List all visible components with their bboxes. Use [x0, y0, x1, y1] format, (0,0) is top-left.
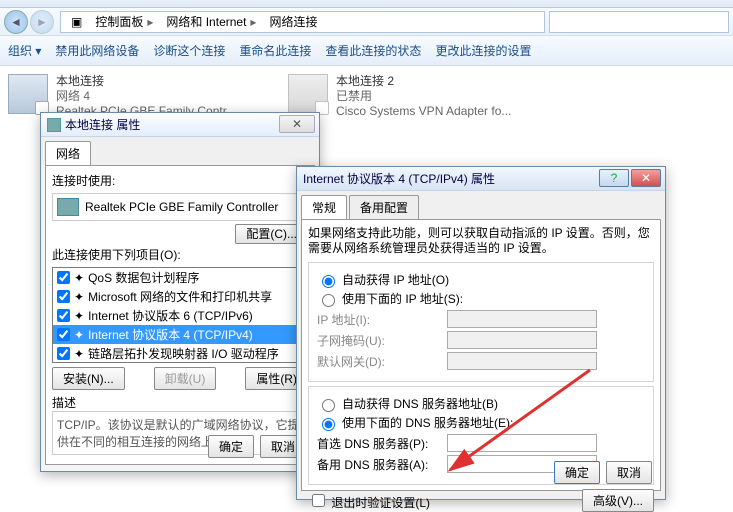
nic-icon — [57, 198, 79, 216]
mask-label: 子网掩码(U): — [317, 332, 447, 349]
list-item[interactable]: ✦Internet 协议版本 6 (TCP/IPv6) — [53, 306, 307, 325]
auto-dns-radio[interactable] — [322, 399, 335, 412]
ok-button[interactable]: 确定 — [208, 435, 254, 458]
network-adapter-icon — [288, 74, 328, 114]
validate-checkbox[interactable] — [312, 494, 325, 507]
gateway-input — [447, 352, 597, 370]
item-checkbox[interactable] — [57, 309, 70, 322]
dns2-label: 备用 DNS 服务器(A): — [317, 456, 447, 473]
advanced-button[interactable]: 高级(V)... — [582, 489, 654, 512]
status-button[interactable]: 查看此连接的状态 — [325, 42, 421, 59]
help-button[interactable]: ? — [599, 169, 629, 187]
item-checkbox[interactable] — [57, 347, 70, 360]
items-label: 此连接使用下列项目(O): — [52, 246, 308, 263]
conn-name: 本地连接 2 — [336, 74, 511, 89]
connection-item[interactable]: 本地连接 2 已禁用 Cisco Systems VPN Adapter fo.… — [288, 74, 548, 119]
dialog-title[interactable]: Internet 协议版本 4 (TCP/IPv4) 属性 ? ✕ — [297, 167, 665, 191]
toolbar: 组织 ▾ 禁用此网络设备 诊断这个连接 重命名此连接 查看此连接的状态 更改此连… — [0, 36, 733, 66]
connection-text: 本地连接 2 已禁用 Cisco Systems VPN Adapter fo.… — [336, 74, 511, 119]
rename-button[interactable]: 重命名此连接 — [239, 42, 311, 59]
ipv4-properties-dialog: Internet 协议版本 4 (TCP/IPv4) 属性 ? ✕ 常规 备用配… — [296, 166, 666, 500]
conn-status: 网络 4 — [56, 89, 236, 104]
auto-dns-label: 自动获得 DNS 服务器地址(B) — [342, 395, 498, 412]
tab-body: 连接时使用: Realtek PCIe GBE Family Controlle… — [45, 165, 315, 465]
network-adapter-icon — [8, 74, 48, 114]
item-checkbox[interactable] — [57, 290, 70, 303]
install-button[interactable]: 安装(N)... — [52, 367, 125, 390]
manual-ip-radio[interactable] — [322, 294, 335, 307]
back-button[interactable]: ◄ — [4, 10, 28, 34]
item-checkbox[interactable] — [57, 271, 70, 284]
organize-button[interactable]: 组织 ▾ — [8, 42, 41, 59]
ip-label: IP 地址(I): — [317, 311, 447, 328]
item-checkbox[interactable] — [57, 328, 70, 341]
uninstall-button[interactable]: 卸载(U) — [154, 367, 217, 390]
dialog-title[interactable]: 本地连接 属性 ✕ — [41, 113, 319, 137]
dns1-input[interactable] — [447, 434, 597, 452]
list-item-selected[interactable]: ✦Internet 协议版本 4 (TCP/IPv4) — [53, 325, 307, 344]
navbar: ◄ ► ▣ 控制面板▸ 网络和 Internet▸ 网络连接 — [0, 8, 733, 36]
crumb-1[interactable]: 网络和 Internet▸ — [160, 13, 263, 30]
breadcrumb-icon: ▣ — [65, 15, 89, 29]
conn-status: 已禁用 — [336, 89, 511, 104]
cancel-button[interactable]: 取消 — [606, 461, 652, 484]
gateway-label: 默认网关(D): — [317, 353, 447, 370]
crumb-2[interactable]: 网络连接 — [263, 13, 324, 30]
forward-button[interactable]: ► — [30, 10, 54, 34]
device-name: Realtek PCIe GBE Family Controller — [85, 200, 278, 214]
connection-properties-dialog: 本地连接 属性 ✕ 网络 连接时使用: Realtek PCIe GBE Fam… — [40, 112, 320, 472]
auto-ip-radio[interactable] — [322, 275, 335, 288]
ip-input — [447, 310, 597, 328]
tab-network[interactable]: 网络 — [45, 141, 91, 165]
disable-device-button[interactable]: 禁用此网络设备 — [55, 42, 139, 59]
auto-ip-label: 自动获得 IP 地址(O) — [342, 271, 449, 288]
nic-small-icon — [47, 118, 61, 132]
tab-alternate[interactable]: 备用配置 — [349, 195, 419, 219]
window-titlebar — [0, 0, 733, 8]
manual-dns-radio[interactable] — [322, 418, 335, 431]
tab-general[interactable]: 常规 — [301, 195, 347, 219]
change-settings-button[interactable]: 更改此连接的设置 — [435, 42, 531, 59]
tab-strip: 网络 — [41, 137, 319, 165]
conn-device: Cisco Systems VPN Adapter fo... — [336, 104, 511, 119]
connect-using-label: 连接时使用: — [52, 172, 308, 189]
component-list[interactable]: ✦QoS 数据包计划程序 ✦Microsoft 网络的文件和打印机共享 ✦Int… — [52, 267, 308, 363]
tab-strip: 常规 备用配置 — [297, 191, 665, 219]
conn-name: 本地连接 — [56, 74, 236, 89]
list-item[interactable]: ✦链路层拓扑发现映射器 I/O 驱动程序 — [53, 344, 307, 363]
crumb-0[interactable]: 控制面板▸ — [89, 13, 160, 30]
dns1-label: 首选 DNS 服务器(P): — [317, 435, 447, 452]
manual-ip-label: 使用下面的 IP 地址(S): — [342, 290, 463, 307]
ip-group: 自动获得 IP 地址(O) 使用下面的 IP 地址(S): IP 地址(I): … — [308, 262, 654, 382]
validate-row[interactable]: 退出时验证设置(L) — [308, 491, 430, 511]
ok-button[interactable]: 确定 — [554, 461, 600, 484]
mask-input — [447, 331, 597, 349]
intro-text: 如果网络支持此功能，则可以获取自动指派的 IP 设置。否则，您需要从网络系统管理… — [308, 226, 654, 256]
close-button[interactable]: ✕ — [631, 169, 661, 187]
list-item[interactable]: ✦Microsoft 网络的文件和打印机共享 — [53, 287, 307, 306]
device-row: Realtek PCIe GBE Family Controller — [52, 193, 308, 221]
tab-body: 如果网络支持此功能，则可以获取自动指派的 IP 设置。否则，您需要从网络系统管理… — [301, 219, 661, 491]
list-item[interactable]: ✦QoS 数据包计划程序 — [53, 268, 307, 287]
breadcrumb[interactable]: ▣ 控制面板▸ 网络和 Internet▸ 网络连接 — [60, 11, 545, 33]
diagnose-button[interactable]: 诊断这个连接 — [153, 42, 225, 59]
desc-heading: 描述 — [52, 394, 308, 411]
search-input[interactable] — [549, 11, 729, 33]
manual-dns-label: 使用下面的 DNS 服务器地址(E): — [342, 414, 513, 431]
close-button[interactable]: ✕ — [279, 115, 315, 133]
